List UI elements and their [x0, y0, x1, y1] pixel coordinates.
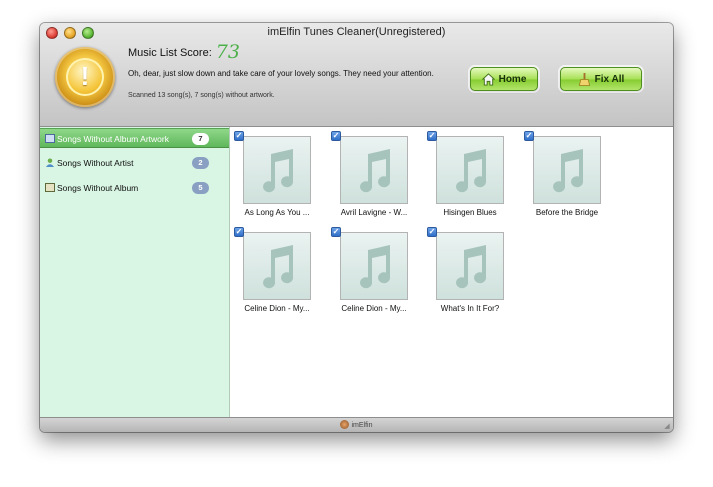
song-checkbox[interactable]: ✓ [331, 131, 341, 141]
scan-summary: Scanned 13 song(s), 7 song(s) without ar… [128, 92, 275, 99]
warning-badge-icon: ! [55, 47, 115, 107]
music-note-icon [263, 245, 294, 289]
home-button[interactable]: Home [470, 67, 538, 91]
music-note-icon [456, 149, 487, 193]
song-tile[interactable]: ✓ Celine Dion - My... [327, 224, 408, 320]
sidebar-item-label: Songs Without Album [57, 183, 139, 193]
exclamation-icon: ! [80, 61, 90, 91]
footer-brand: imElfin [351, 422, 373, 429]
music-note-icon [360, 149, 391, 193]
sidebar-item-songs-without-artist[interactable]: Songs Without Artist 2 [40, 153, 229, 173]
count-badge: 7 [192, 133, 209, 145]
album-art-placeholder [436, 136, 504, 204]
fix-all-label: Fix All [594, 73, 625, 85]
song-title: Celine Dion - My... [244, 304, 310, 313]
song-title: Avril Lavigne - W... [340, 208, 408, 217]
song-title: What's In It For? [440, 304, 500, 313]
song-tile[interactable]: ✓ Avril Lavigne - W... [327, 128, 408, 224]
music-note-icon [553, 149, 584, 193]
music-note-icon [456, 245, 487, 289]
song-checkbox[interactable]: ✓ [331, 227, 341, 237]
music-note-icon [263, 149, 294, 193]
sidebar-item-label: Songs Without Artist [57, 158, 134, 168]
minimize-window-button[interactable] [64, 27, 76, 39]
app-window: ! Music List Score: 73 Oh, dear, just slo… [40, 23, 673, 432]
sidebar-item-songs-without-album-artwork[interactable]: Songs Without Album Artwork 7 [40, 128, 229, 148]
album-art-placeholder [436, 232, 504, 300]
song-checkbox[interactable]: ✓ [427, 131, 437, 141]
album-icon [45, 183, 55, 192]
album-art-placeholder [340, 136, 408, 204]
sidebar-item-label: Songs Without Album Artwork [57, 134, 169, 144]
song-title: Hisingen Blues [443, 208, 497, 217]
song-grid: ✓ As Long As You ... ✓ Avril Lavigne - W… [230, 127, 673, 417]
album-art-placeholder [533, 136, 601, 204]
close-window-button[interactable] [46, 27, 58, 39]
song-checkbox[interactable]: ✓ [524, 131, 534, 141]
music-note-icon [360, 245, 391, 289]
song-checkbox[interactable]: ✓ [234, 227, 244, 237]
image-icon [45, 134, 55, 143]
count-badge: 5 [192, 182, 209, 194]
brand-logo-icon [340, 420, 350, 429]
status-bar: imElfin ◢ [40, 417, 673, 432]
broom-icon [578, 72, 590, 86]
score-value: 73 [215, 41, 240, 63]
home-label: Home [498, 73, 527, 85]
song-checkbox[interactable]: ✓ [427, 227, 437, 237]
song-title: As Long As You ... [244, 208, 310, 217]
song-tile[interactable]: ✓ Celine Dion - My... [230, 224, 311, 320]
song-tile[interactable]: ✓ Before the Bridge [520, 128, 601, 224]
album-art-placeholder [340, 232, 408, 300]
fix-all-button[interactable]: Fix All [560, 67, 642, 91]
song-tile[interactable]: ✓ Hisingen Blues [423, 128, 504, 224]
album-art-placeholder [243, 232, 311, 300]
song-tile[interactable]: ✓ What's In It For? [423, 224, 504, 320]
title-bar: imElfin Tunes Cleaner(Unregistered) [40, 23, 673, 43]
sidebar-item-songs-without-album[interactable]: Songs Without Album 5 [40, 178, 229, 198]
song-tile[interactable]: ✓ As Long As You ... [230, 128, 311, 224]
song-title: Before the Bridge [535, 208, 599, 217]
song-title: Celine Dion - My... [341, 304, 407, 313]
person-icon [45, 158, 55, 167]
song-checkbox[interactable]: ✓ [234, 131, 244, 141]
count-badge: 2 [192, 157, 209, 169]
score-label: Music List Score: [128, 47, 212, 59]
status-message: Oh, dear, just slow down and take care o… [128, 69, 434, 78]
sidebar: Songs Without Album Artwork 7 Songs With… [40, 127, 230, 417]
zoom-window-button[interactable] [82, 27, 94, 39]
resize-handle-icon[interactable]: ◢ [663, 423, 671, 431]
house-icon [481, 72, 495, 86]
window-controls [46, 27, 94, 39]
score-line: Music List Score: 73 [128, 41, 240, 63]
album-art-placeholder [243, 136, 311, 204]
window-title: imElfin Tunes Cleaner(Unregistered) [267, 26, 446, 38]
